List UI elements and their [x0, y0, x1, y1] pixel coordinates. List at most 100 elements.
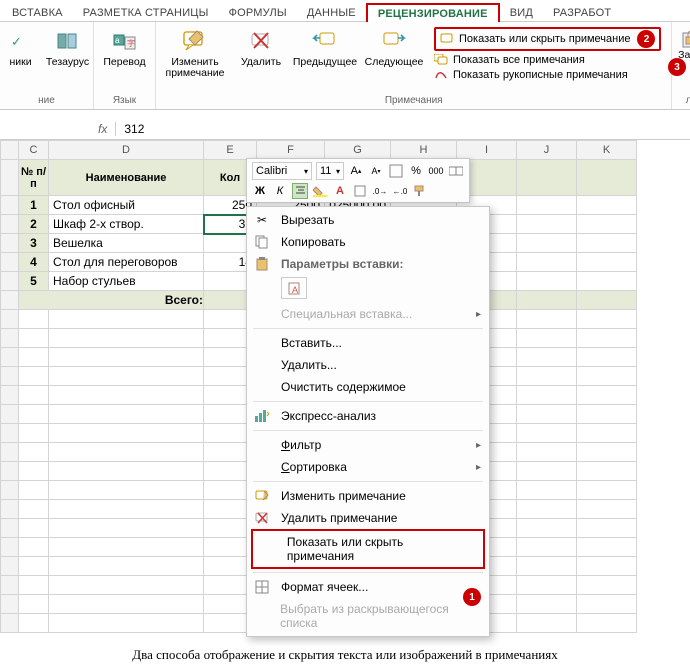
callout-1: 1: [463, 588, 481, 606]
cell-name-4[interactable]: Стол для переговоров: [49, 253, 204, 272]
accounting-format-icon[interactable]: [388, 163, 404, 179]
ctx-special-paste[interactable]: Специальная вставка...: [247, 303, 489, 325]
decrease-decimal-icon[interactable]: ←.0: [392, 183, 408, 199]
header-name[interactable]: Наименование: [49, 160, 204, 196]
ctx-delete[interactable]: Удалить...: [247, 354, 489, 376]
increase-font-icon[interactable]: A▴: [348, 163, 364, 179]
next-comment-button[interactable]: Следующее: [364, 24, 424, 68]
tab-developer[interactable]: РАЗРАБОТ: [543, 4, 621, 21]
italic-icon[interactable]: К: [272, 183, 288, 199]
scissors-icon: ✂: [253, 213, 271, 227]
ctx-sort[interactable]: Сортировка: [247, 456, 489, 478]
fx-icon[interactable]: fx: [90, 122, 116, 136]
show-ink-button[interactable]: Показать рукописные примечания: [434, 69, 661, 81]
ctx-format-cells[interactable]: Формат ячеек...: [247, 576, 489, 598]
svg-text:A: A: [292, 285, 298, 295]
cell-num-5[interactable]: 5: [19, 272, 49, 291]
col-header-D[interactable]: D: [49, 141, 204, 160]
ctx-quick-analysis[interactable]: Экспресс-анализ: [247, 405, 489, 427]
increase-decimal-icon[interactable]: .0→: [372, 183, 388, 199]
ctx-cut[interactable]: ✂Вырезать: [247, 209, 489, 231]
tab-data[interactable]: ДАННЫЕ: [297, 4, 366, 21]
delete-comment-button[interactable]: Удалить: [236, 24, 286, 68]
cell-name-3[interactable]: Вешелка: [49, 234, 204, 253]
ctx-clear[interactable]: Очистить содержимое: [247, 376, 489, 398]
cell-num-2[interactable]: 2: [19, 215, 49, 234]
ctx-pick-from-dropdown[interactable]: Выбрать из раскрывающегося списка: [247, 598, 489, 634]
spellcheck-button[interactable]: ✓ ники: [3, 24, 39, 68]
edit-comment-button[interactable]: Изменить примечание: [160, 24, 230, 79]
worksheet: C D E F G H I J K № п/п Наименование Кол…: [0, 140, 690, 633]
tab-page-layout[interactable]: РАЗМЕТКА СТРАНИЦЫ: [73, 4, 219, 21]
bold-icon[interactable]: Ж: [252, 183, 268, 199]
col-header-C[interactable]: C: [19, 141, 49, 160]
format-painter-icon[interactable]: [412, 183, 428, 199]
ctx-filter[interactable]: Фильтр: [247, 434, 489, 456]
prev-comment-button[interactable]: Предыдущее: [292, 24, 358, 68]
group-label-proofing: ние: [38, 95, 55, 107]
formula-value[interactable]: 312: [116, 122, 152, 136]
group-label-language: Язык: [113, 95, 136, 107]
tab-view[interactable]: ВИД: [500, 4, 543, 21]
fill-color-icon[interactable]: [312, 183, 328, 199]
decrease-font-icon[interactable]: A▾: [368, 163, 384, 179]
comment-icon: [440, 33, 454, 45]
ink-icon: [434, 69, 448, 81]
ctx-edit-comment[interactable]: Изменить примечание: [247, 485, 489, 507]
col-header-E[interactable]: E: [204, 141, 257, 160]
thousands-icon[interactable]: 000: [428, 163, 444, 179]
ctx-show-hide-comments[interactable]: Показать или скрыть примечания: [253, 531, 483, 567]
col-header-H[interactable]: H: [391, 141, 457, 160]
formula-bar: fx 312: [0, 118, 690, 140]
comments-icon: [434, 54, 448, 66]
figure-caption: Два способа отображение и скрытия текста…: [0, 633, 690, 671]
header-np[interactable]: № п/п: [19, 160, 49, 196]
edit-comment-icon: [253, 490, 271, 502]
ctx-copy[interactable]: Копировать: [247, 231, 489, 253]
callout-2: 2: [637, 30, 655, 48]
quick-analysis-icon: [253, 410, 271, 422]
col-header-I[interactable]: I: [457, 141, 517, 160]
borders-icon[interactable]: [352, 183, 368, 199]
mini-toolbar: Calibri▾ 11▾ A▴ A▾ % 000 Ж К A .0→ ←.0: [246, 158, 470, 203]
cell-name-2[interactable]: Шкаф 2-х створ.: [49, 215, 204, 234]
col-header-K[interactable]: K: [577, 141, 637, 160]
col-header-G[interactable]: G: [325, 141, 391, 160]
col-header-F[interactable]: F: [257, 141, 325, 160]
cell-num-1[interactable]: 1: [19, 196, 49, 215]
thesaurus-button[interactable]: Тезаурус: [45, 24, 91, 68]
merge-icon[interactable]: [448, 163, 464, 179]
group-label-comments: Примечания: [385, 95, 443, 107]
tab-formulas[interactable]: ФОРМУЛЫ: [219, 4, 297, 21]
tab-review[interactable]: РЕЦЕНЗИРОВАНИЕ: [366, 3, 500, 22]
translate-button[interactable]: a字 Перевод: [95, 24, 155, 68]
percent-icon[interactable]: %: [408, 163, 424, 179]
ctx-delete-comment[interactable]: Удалить примечание: [247, 507, 489, 529]
format-cells-icon: [253, 580, 271, 594]
col-header-J[interactable]: J: [517, 141, 577, 160]
show-ink-label: Показать рукописные примечания: [453, 69, 628, 81]
context-menu: ✂Вырезать Копировать Параметры вставки: …: [246, 206, 490, 637]
font-size-select[interactable]: 11▾: [316, 162, 344, 180]
ribbon-tabs: ВСТАВКА РАЗМЕТКА СТРАНИЦЫ ФОРМУЛЫ ДАННЫЕ…: [0, 0, 690, 22]
paste-default[interactable]: A: [281, 277, 307, 299]
align-center-icon[interactable]: [292, 183, 308, 199]
show-hide-comment-button[interactable]: Показать или скрыть примечание 2: [434, 27, 661, 51]
svg-text:字: 字: [127, 38, 135, 48]
show-all-comments-button[interactable]: Показать все примечания: [434, 54, 661, 66]
svg-text:✓: ✓: [11, 34, 22, 49]
callout-3: 3: [668, 58, 686, 76]
cell-name-5[interactable]: Набор стульев: [49, 272, 204, 291]
ctx-insert[interactable]: Вставить...: [247, 332, 489, 354]
svg-text:a: a: [115, 36, 120, 45]
total-label[interactable]: Всего:: [19, 291, 204, 310]
cell-num-4[interactable]: 4: [19, 253, 49, 272]
tab-insert[interactable]: ВСТАВКА: [2, 4, 73, 21]
cell-num-3[interactable]: 3: [19, 234, 49, 253]
font-name-select[interactable]: Calibri▾: [252, 162, 312, 180]
show-all-comments-label: Показать все примечания: [453, 54, 585, 66]
show-hide-comment-label: Показать или скрыть примечание: [459, 33, 630, 45]
cell-name-1[interactable]: Стол офисный: [49, 196, 204, 215]
font-color-icon[interactable]: A: [332, 183, 348, 199]
copy-icon: [253, 235, 271, 249]
